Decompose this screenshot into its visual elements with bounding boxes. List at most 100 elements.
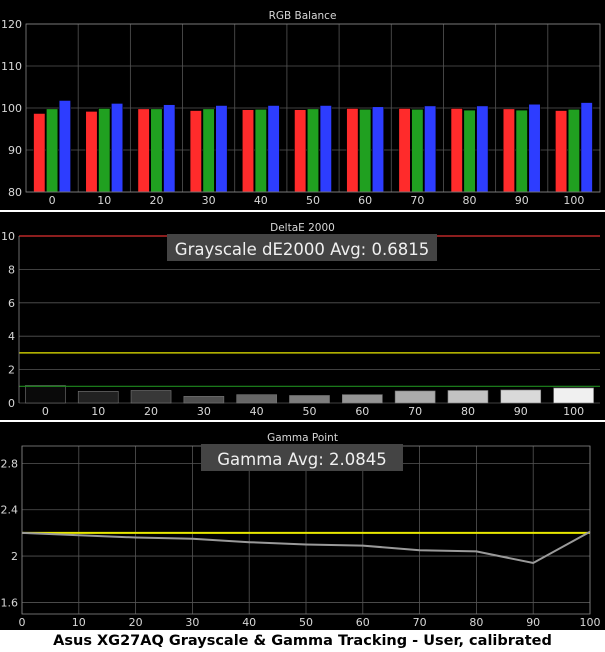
- x-tick-label: 40: [242, 616, 256, 629]
- x-tick-label: 30: [202, 194, 216, 207]
- y-tick-label: 4: [8, 330, 15, 343]
- bar: [567, 108, 580, 193]
- bar: [359, 108, 372, 193]
- bar: [77, 391, 119, 404]
- y-tick-label: 8: [8, 263, 15, 276]
- x-tick-label: 80: [461, 405, 475, 418]
- bar: [202, 108, 215, 193]
- report-figure: RGB Balance 80 90 100 110 120 0 10 20 30 40 50 60 70 8…: [0, 0, 605, 652]
- bar: [371, 106, 385, 193]
- x-tick-label: 10: [91, 405, 105, 418]
- chart-title: RGB Balance: [269, 10, 337, 22]
- y-tick-label: 1.6: [1, 596, 19, 609]
- x-tick-label: 10: [72, 616, 86, 629]
- chart-title: Gamma Point: [267, 432, 338, 444]
- bar: [289, 395, 330, 404]
- bar: [306, 108, 320, 193]
- bar: [502, 108, 515, 193]
- x-tick-label: 50: [299, 616, 313, 629]
- x-tick-label: 20: [149, 194, 163, 207]
- bar: [447, 390, 489, 404]
- bar: [215, 105, 228, 193]
- x-tick-label: 20: [144, 405, 158, 418]
- y-tick-label: 2.4: [1, 504, 19, 517]
- x-tick-label: 100: [563, 405, 584, 418]
- x-tick-label: 90: [515, 194, 529, 207]
- bar: [254, 108, 267, 193]
- bar: [163, 104, 176, 193]
- x-tick-label: 70: [408, 405, 422, 418]
- bar: [555, 110, 568, 193]
- x-tick-label: 30: [185, 616, 199, 629]
- bar: [137, 108, 150, 193]
- y-tick-label: 80: [8, 186, 22, 199]
- chart-panel-1: RGB Balance 80 90 100 110 120 0 10 20 30 40 50 60 70 8…: [0, 0, 605, 210]
- bar: [189, 110, 202, 193]
- y-tick-label: 0: [8, 397, 15, 410]
- bar: [183, 396, 225, 404]
- y-tick-label: 2: [8, 364, 15, 377]
- bar: [500, 389, 542, 404]
- bar: [528, 103, 541, 193]
- chart-panel-3: Gamma Point 1.6 2 2.4 2.8 0 10 20 30 40 50 60 70 80 90…: [0, 422, 605, 630]
- bar: [398, 108, 411, 193]
- bar: [46, 108, 59, 193]
- x-tick-label: 80: [469, 616, 483, 629]
- bar: [294, 109, 307, 193]
- x-tick-label: 10: [97, 194, 111, 207]
- x-tick-label: 70: [410, 194, 424, 207]
- x-tick-label: 60: [358, 194, 372, 207]
- x-tick-label: 100: [580, 616, 601, 629]
- x-tick-label: 90: [514, 405, 528, 418]
- x-tick-label: 50: [306, 194, 320, 207]
- annotation-text: Grayscale dE2000 Avg: 0.6815: [175, 240, 429, 259]
- bar: [236, 394, 277, 404]
- x-tick-label: 80: [463, 194, 477, 207]
- bar: [58, 100, 71, 193]
- x-tick-label: 60: [356, 616, 370, 629]
- x-tick-label: 90: [526, 616, 540, 629]
- x-tick-label: 50: [303, 405, 317, 418]
- bar: [463, 109, 476, 193]
- bar: [111, 103, 124, 193]
- bar: [25, 385, 66, 404]
- bar: [130, 390, 172, 404]
- bar: [450, 108, 463, 193]
- bar: [241, 109, 255, 193]
- y-tick-label: 2.8: [1, 457, 19, 470]
- bar: [411, 108, 424, 193]
- bar: [424, 105, 437, 193]
- bar: [476, 105, 489, 193]
- x-tick-label: 0: [42, 405, 49, 418]
- y-tick-label: 2: [11, 550, 18, 563]
- bar: [580, 102, 593, 193]
- x-tick-label: 60: [355, 405, 369, 418]
- x-tick-label: 0: [49, 194, 56, 207]
- chart-title: DeltaE 2000: [270, 222, 335, 234]
- x-tick-label: 30: [197, 405, 211, 418]
- x-tick-label: 40: [254, 194, 268, 207]
- bar: [319, 105, 332, 193]
- y-tick-label: 6: [8, 297, 15, 310]
- figure-caption: Asus XG27AQ Grayscale & Gamma Tracking -…: [53, 633, 552, 649]
- x-tick-label: 100: [563, 194, 584, 207]
- bar: [267, 105, 280, 193]
- y-tick-label: 90: [8, 144, 22, 157]
- x-tick-label: 20: [129, 616, 143, 629]
- bar: [98, 108, 111, 193]
- x-tick-label: 0: [19, 616, 26, 629]
- y-tick-label: 110: [1, 60, 22, 73]
- calibration-charts: RGB Balance80901001101200 10 20 30 40 50 60 70 8…: [0, 0, 605, 630]
- y-tick-label: 100: [1, 102, 22, 115]
- bar: [346, 108, 359, 193]
- bar: [515, 109, 528, 193]
- bar: [33, 113, 46, 193]
- bar: [150, 108, 163, 193]
- chart-panel-2: DeltaE 200002468100 10 20 30 40 50 60 70 80 90 100…: [0, 212, 605, 420]
- bar: [394, 390, 436, 404]
- bar: [553, 387, 594, 404]
- x-tick-label: 70: [413, 616, 427, 629]
- y-tick-label: 10: [1, 230, 15, 243]
- bar: [342, 394, 383, 404]
- annotation-text: Gamma Avg: 2.0845: [217, 450, 387, 469]
